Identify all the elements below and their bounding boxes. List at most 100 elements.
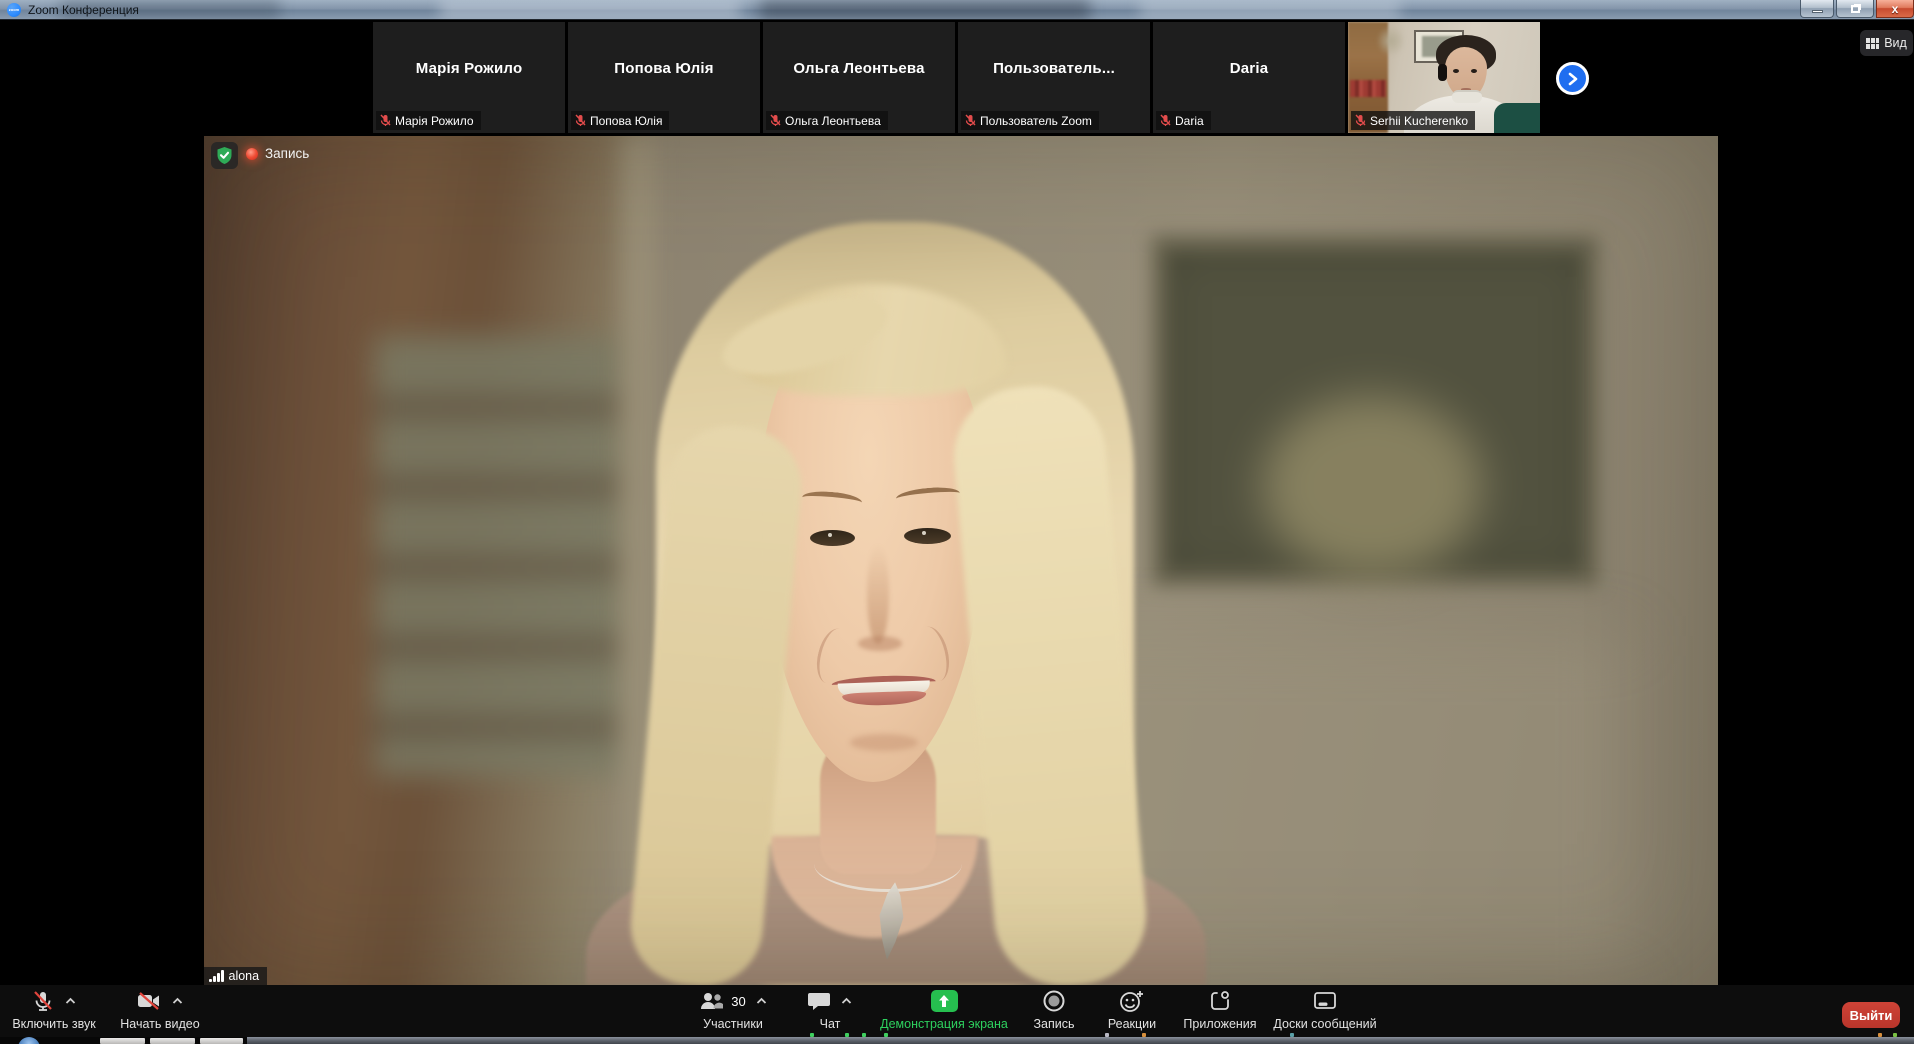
mic-muted-icon — [575, 114, 586, 127]
chevron-right-icon — [1567, 72, 1579, 86]
start-button[interactable] — [18, 1037, 40, 1044]
window-title: Zoom Конференция — [28, 2, 139, 18]
reactions-smiley-icon — [1119, 989, 1145, 1013]
participant-count: 30 — [731, 994, 745, 1009]
mic-muted-icon — [965, 114, 976, 127]
camera-off-icon — [136, 989, 162, 1013]
taskbar-button[interactable] — [150, 1038, 195, 1044]
participant-tile[interactable]: Попова Юлія Попова Юлія — [568, 22, 760, 133]
participant-badge-label: Марія Рожило — [395, 114, 474, 128]
mic-muted-icon — [31, 989, 55, 1013]
participant-badge: Пользователь Zoom — [961, 111, 1099, 130]
chat-button[interactable]: Чат — [802, 985, 858, 1037]
participants-label: Участники — [703, 1017, 763, 1031]
participant-badge: Serhii Kucherenko — [1351, 111, 1475, 130]
thumbnail-plant — [1378, 24, 1404, 58]
share-screen-button[interactable]: Демонстрация экрана — [878, 985, 1010, 1037]
view-button[interactable]: Вид — [1860, 30, 1913, 56]
gallery-grid-icon — [1866, 38, 1879, 49]
taskbar-icon-speck — [810, 1033, 814, 1037]
apps-button[interactable]: Приложения — [1180, 985, 1260, 1037]
titlebar-glass-blob — [440, 0, 740, 20]
thumbnail-books — [1350, 80, 1386, 97]
participant-tile[interactable]: Ольга Леонтьева Ольга Леонтьева — [763, 22, 955, 133]
apps-icon — [1208, 989, 1232, 1013]
meeting-toolbar: Включить звук Начать видео 30 Участники … — [0, 985, 1914, 1037]
leave-meeting-button[interactable]: Выйти — [1842, 1002, 1900, 1028]
participant-badge: Daria — [1156, 111, 1211, 130]
thumbnail-person-collar — [1452, 90, 1482, 103]
next-page-button[interactable] — [1556, 62, 1589, 95]
participant-name: Марія Рожило — [373, 60, 565, 77]
mic-muted-icon — [1160, 114, 1171, 127]
titlebar-glass-blob — [760, 0, 1090, 20]
participant-video-tile[interactable]: Serhii Kucherenko — [1348, 22, 1540, 133]
share-screen-icon — [931, 990, 958, 1012]
start-video-button[interactable]: Начать видео — [112, 985, 208, 1037]
windows-taskbar-sliver — [0, 1037, 1914, 1044]
thumbnail-chair — [1494, 103, 1540, 133]
participant-tile[interactable]: Пользователь... Пользователь Zoom — [958, 22, 1150, 133]
start-video-label: Начать видео — [120, 1017, 199, 1031]
taskbar-icon-speck — [845, 1033, 849, 1037]
active-speaker-video[interactable]: Запись alona — [204, 136, 1718, 985]
reactions-label: Реакции — [1108, 1017, 1156, 1031]
participant-tile[interactable]: Daria Daria — [1153, 22, 1345, 133]
participant-name: Попова Юлія — [568, 60, 760, 77]
shield-check-icon — [216, 146, 233, 165]
minimize-icon — [1812, 10, 1823, 13]
speaker-name: alona — [229, 969, 260, 983]
restore-button[interactable] — [1836, 0, 1874, 18]
taskbar-button[interactable] — [100, 1038, 145, 1044]
thumbnail-person-eye — [1453, 69, 1459, 73]
zoom-app-icon: zoom — [7, 3, 21, 17]
close-icon: x — [1892, 2, 1899, 16]
participant-tile[interactable]: Марія Рожило Марія Рожило — [373, 22, 565, 133]
whiteboard-icon — [1312, 990, 1338, 1012]
taskbar-icon-speck — [1878, 1033, 1882, 1037]
taskbar-icon-speck — [1893, 1033, 1897, 1037]
participant-badge-label: Ольга Леонтьева — [785, 114, 881, 128]
audio-level-icon — [209, 970, 224, 982]
minimize-button[interactable] — [1800, 0, 1834, 18]
participants-button[interactable]: 30 Участники — [683, 985, 783, 1037]
mic-muted-icon — [1355, 114, 1366, 127]
taskbar-icon-speck — [862, 1033, 866, 1037]
taskbar-button[interactable] — [200, 1038, 243, 1044]
record-icon — [1042, 989, 1066, 1013]
participant-name: Ольга Леонтьева — [763, 60, 955, 77]
whiteboards-button[interactable]: Доски сообщений — [1270, 985, 1380, 1037]
mic-muted-icon — [380, 114, 391, 127]
recording-label: Запись — [265, 146, 309, 161]
reactions-button[interactable]: Реакции — [1100, 985, 1164, 1037]
unmute-button[interactable]: Включить звук — [8, 985, 100, 1037]
participant-badge: Ольга Леонтьева — [766, 111, 888, 130]
participant-badge-label: Serhii Kucherenko — [1370, 114, 1468, 128]
recording-indicator[interactable]: Запись — [246, 146, 309, 161]
apps-label: Приложения — [1183, 1017, 1256, 1031]
taskbar-icon-speck — [1105, 1033, 1109, 1037]
titlebar-glass-blob — [1140, 0, 1400, 20]
close-button[interactable]: x — [1876, 0, 1914, 18]
video-vignette — [204, 136, 1718, 985]
chat-bubble-icon — [807, 990, 831, 1012]
chat-options-caret[interactable] — [840, 996, 853, 1006]
thumbnail-person-eye — [1471, 69, 1477, 73]
mic-muted-icon — [770, 114, 781, 127]
recording-dot-icon — [246, 148, 258, 160]
participant-badge-label: Попова Юлія — [590, 114, 662, 128]
participants-options-caret[interactable] — [755, 996, 768, 1006]
security-badge[interactable] — [211, 142, 238, 169]
mic-options-caret[interactable] — [64, 996, 77, 1006]
participant-badge: Марія Рожило — [376, 111, 481, 130]
taskbar-icon-speck — [1290, 1033, 1294, 1037]
restore-icon — [1851, 5, 1860, 13]
video-options-caret[interactable] — [171, 996, 184, 1006]
zoom-meeting-window: zoom Zoom Конференция x Вид Марія Рожило… — [0, 0, 1914, 1044]
record-button[interactable]: Запись — [1026, 985, 1082, 1037]
whiteboards-label: Доски сообщений — [1273, 1017, 1376, 1031]
speaker-name-badge: alona — [204, 967, 267, 985]
participant-badge-label: Пользователь Zoom — [980, 114, 1092, 128]
participant-badge: Попова Юлія — [571, 111, 669, 130]
participant-name: Daria — [1153, 60, 1345, 77]
